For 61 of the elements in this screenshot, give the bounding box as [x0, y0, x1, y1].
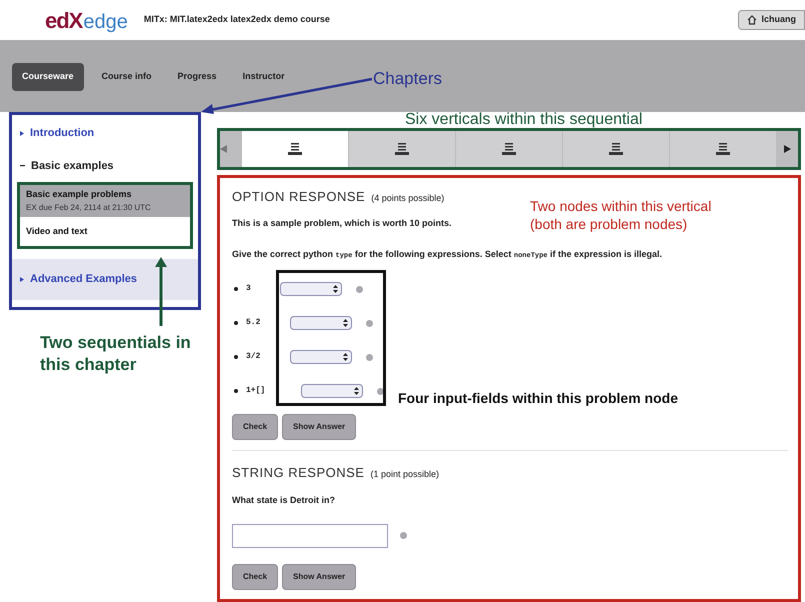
list-icon — [608, 143, 624, 155]
status-icon — [356, 286, 363, 292]
nav-tab[interactable]: Instructor — [234, 63, 293, 91]
annotation-label: Six verticals within this sequential — [405, 110, 642, 130]
problem-heading: OPTION RESPONSE — [232, 188, 366, 206]
chapter-link[interactable]: Advanced Examples — [12, 259, 198, 300]
problem-heading: STRING RESPONSE — [232, 464, 364, 482]
problem-text: What state is Detroit in? — [232, 494, 336, 507]
sequential-item[interactable]: Video and text — [20, 216, 190, 246]
select-field[interactable] — [280, 282, 342, 296]
points-label: (1 point possible) — [370, 468, 440, 481]
nav-tab[interactable]: Progress — [170, 63, 225, 91]
bullet-icon — [234, 355, 238, 359]
next-button[interactable] — [776, 131, 798, 167]
spinner-icon — [333, 285, 338, 293]
annotation-label: Chapters — [373, 68, 442, 90]
chapter-link[interactable]: Introduction — [12, 125, 198, 142]
course-title: MITx: MIT.latex2edx latex2edx demo course — [144, 13, 331, 26]
list-icon — [394, 143, 410, 155]
status-icon — [400, 532, 407, 539]
bullet-icon — [234, 287, 238, 291]
home-icon — [747, 15, 758, 25]
select-field[interactable] — [301, 384, 363, 398]
expression-label: 3 — [246, 283, 252, 295]
check-button[interactable]: Check — [232, 414, 278, 440]
problem-text: This is a sample problem, which is worth 10 points. — [232, 216, 452, 230]
status-icon — [366, 320, 373, 326]
select-field[interactable] — [290, 316, 352, 330]
annotation-label: Two nodes within this vertical (both are problem nodes) — [530, 197, 712, 233]
check-button[interactable]: Check — [232, 564, 278, 590]
status-icon — [366, 354, 373, 360]
spinner-icon — [354, 387, 359, 395]
list-icon — [715, 143, 731, 155]
expression-label: 3/2 — [246, 351, 262, 363]
annotation-label: Two sequentials in this chapter — [40, 332, 192, 376]
show-answer-button[interactable]: Show Answer — [282, 564, 356, 590]
user-menu-button[interactable]: lchuang — [738, 10, 805, 30]
expression-label: 5.2 — [246, 317, 262, 329]
chapter-link[interactable]: Basic examples — [12, 158, 198, 174]
spinner-icon — [343, 353, 348, 361]
answer-field[interactable] — [232, 524, 388, 548]
show-answer-button[interactable]: Show Answer — [282, 414, 356, 440]
bullet-icon — [234, 389, 238, 393]
vertical-tab[interactable] — [242, 131, 348, 167]
nav-tab[interactable]: Courseware — [12, 63, 84, 91]
list-icon — [287, 143, 303, 155]
expand-icon — [20, 130, 24, 136]
nav-tab[interactable]: Course info — [94, 63, 160, 91]
left-arrow-icon — [220, 145, 227, 153]
logo: edXedge — [45, 6, 128, 34]
points-label: (4 points possible) — [371, 192, 444, 205]
spinner-icon — [343, 319, 348, 327]
annotation-arrow — [155, 257, 167, 326]
expand-icon — [20, 276, 24, 282]
right-arrow-icon — [784, 145, 790, 153]
annotation-label: Four input-fields within this problem node — [398, 389, 678, 408]
list-icon — [501, 143, 517, 155]
expression-label: 1+[] — [246, 385, 266, 397]
select-field[interactable] — [290, 350, 352, 364]
sequential-item[interactable]: Basic example problems EX due Feb 24, 2114 at 21:30 UTC — [20, 185, 190, 216]
bullet-icon — [234, 321, 238, 325]
